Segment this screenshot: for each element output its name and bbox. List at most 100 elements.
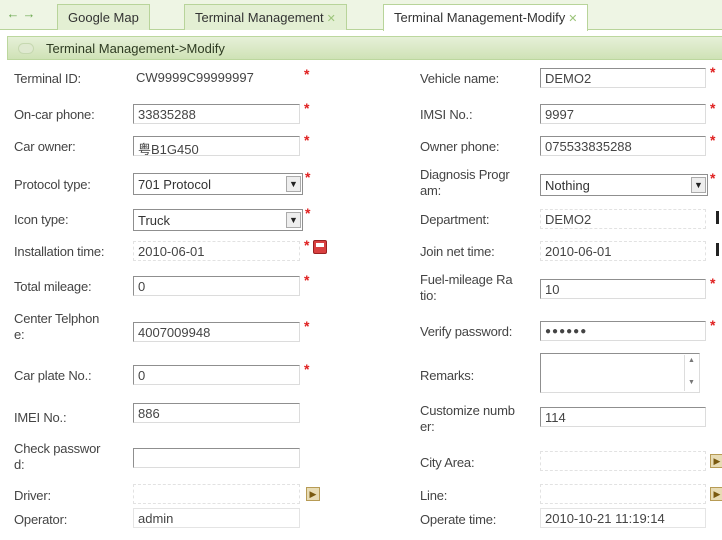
pick-driver-icon[interactable]: ▶ — [306, 487, 320, 501]
required-mark: * — [305, 205, 311, 221]
calendar-icon[interactable] — [313, 240, 327, 254]
fuel-mileage-ratio-field[interactable]: 10 — [540, 279, 706, 299]
city-area-label: City Area: — [420, 455, 475, 470]
panel-header: Terminal Management->Modify — [7, 36, 722, 60]
car-owner-label: Car owner: — [14, 139, 76, 154]
protocol-type-select[interactable]: 701 Protocol ▼ — [133, 173, 303, 195]
terminal-id-label: Terminal ID: — [14, 71, 81, 86]
imei-no-label: IMEI No.: — [14, 410, 67, 425]
installation-time-label: Installation time: — [14, 244, 105, 259]
installation-time-field[interactable]: 2010-06-01 — [133, 241, 300, 261]
car-owner-field[interactable]: 粤B1G450 — [133, 136, 300, 156]
protocol-type-value: 701 Protocol — [138, 177, 211, 192]
required-mark: * — [710, 275, 716, 291]
close-icon[interactable]: ✕ — [568, 13, 577, 25]
tab-terminal-management-modify[interactable]: Terminal Management-Modify ✕ — [383, 4, 589, 31]
tab-terminal-management[interactable]: Terminal Management ✕ — [184, 4, 347, 30]
imsi-no-label: IMSI No.: — [420, 107, 473, 122]
line-label: Line: — [420, 488, 448, 503]
on-car-phone-field[interactable]: 33835288 — [133, 104, 300, 124]
required-mark: * — [304, 132, 310, 148]
customize-number-label-2: er: — [420, 419, 435, 434]
check-password-label-1: Check passwor — [14, 441, 101, 456]
required-mark: * — [304, 66, 310, 82]
required-mark: * — [305, 169, 311, 185]
operator-label: Operator: — [14, 512, 68, 527]
department-picker-edge[interactable] — [716, 211, 719, 224]
back-arrow-icon[interactable]: ← — [6, 7, 20, 21]
panel-icon — [18, 43, 34, 54]
center-telphone-field[interactable]: 4007009948 — [133, 322, 300, 342]
center-telphone-label-2: e: — [14, 327, 25, 342]
customize-number-label-1: Customize numb — [420, 403, 515, 418]
required-mark: * — [710, 317, 716, 333]
required-mark: * — [304, 100, 310, 116]
car-plate-no-field[interactable]: 0 — [133, 365, 300, 385]
driver-field[interactable] — [133, 484, 300, 504]
department-field[interactable]: DEMO2 — [540, 209, 706, 229]
tab-label: Terminal Management — [195, 10, 324, 25]
diagnosis-program-label-2: am: — [420, 183, 442, 198]
tab-label: Google Map — [68, 10, 139, 25]
pick-city-area-icon[interactable]: ▶ — [710, 454, 722, 468]
icon-type-label: Icon type: — [14, 212, 69, 227]
join-net-time-field[interactable]: 2010-06-01 — [540, 241, 706, 261]
join-net-time-label: Join net time: — [420, 244, 495, 259]
required-mark: * — [710, 132, 716, 148]
imei-no-field[interactable]: 886 — [133, 403, 300, 423]
operate-time-label: Operate time: — [420, 512, 497, 527]
protocol-type-label: Protocol type: — [14, 177, 91, 192]
chevron-down-icon[interactable]: ▼ — [691, 177, 706, 193]
remarks-textarea[interactable]: ▲ ▼ — [540, 353, 700, 393]
icon-type-value: Truck — [138, 213, 171, 228]
fuel-mileage-ratio-label-2: tio: — [420, 288, 437, 303]
verify-password-field[interactable]: ●●●●●● — [540, 321, 706, 341]
pick-line-icon[interactable]: ▶ — [710, 487, 722, 501]
chevron-down-icon[interactable]: ▼ — [286, 212, 301, 228]
check-password-label-2: d: — [14, 457, 25, 472]
line-field[interactable] — [540, 484, 706, 504]
vehicle-name-label: Vehicle name: — [420, 71, 500, 86]
terminal-id-value: CW9999C99999997 — [136, 70, 254, 85]
driver-label: Driver: — [14, 488, 51, 503]
required-mark: * — [304, 361, 310, 377]
check-password-field[interactable] — [133, 448, 300, 468]
total-mileage-field[interactable]: 0 — [133, 276, 300, 296]
scroll-down-icon[interactable]: ▼ — [685, 377, 698, 389]
fuel-mileage-ratio-label-1: Fuel-mileage Ra — [420, 272, 513, 287]
diagnosis-program-value: Nothing — [545, 178, 590, 193]
tab-google-map[interactable]: Google Map — [57, 4, 150, 30]
center-telphone-label-1: Center Telphon — [14, 311, 100, 326]
scroll-up-icon[interactable]: ▲ — [685, 355, 698, 367]
icon-type-select[interactable]: Truck ▼ — [133, 209, 303, 231]
operate-time-field: 2010-10-21 11:19:14 — [540, 508, 706, 528]
total-mileage-label: Total mileage: — [14, 279, 92, 294]
close-icon[interactable]: ✕ — [327, 13, 336, 25]
required-mark: * — [304, 318, 310, 334]
customize-number-field[interactable]: 114 — [540, 407, 706, 427]
panel-title: Terminal Management->Modify — [46, 41, 225, 56]
car-plate-no-label: Car plate No.: — [14, 368, 92, 383]
required-mark: * — [710, 170, 716, 186]
imsi-no-field[interactable]: 9997 — [540, 104, 706, 124]
required-mark: * — [710, 100, 716, 116]
remarks-label: Remarks: — [420, 368, 475, 383]
required-mark: * — [304, 237, 310, 253]
join-net-time-picker-edge[interactable] — [716, 243, 719, 256]
chevron-down-icon[interactable]: ▼ — [286, 176, 301, 192]
owner-phone-label: Owner phone: — [420, 139, 500, 154]
verify-password-label: Verify password: — [420, 324, 513, 339]
remarks-scrollbar[interactable]: ▲ ▼ — [684, 355, 698, 391]
owner-phone-field[interactable]: 075533835288 — [540, 136, 706, 156]
operator-field: admin — [133, 508, 300, 528]
vehicle-name-field[interactable]: DEMO2 — [540, 68, 706, 88]
required-mark: * — [304, 272, 310, 288]
tab-bar: ← → Google Map Terminal Management ✕ Term… — [0, 0, 722, 31]
tab-label: Terminal Management-Modify — [394, 10, 566, 25]
diagnosis-program-select[interactable]: Nothing ▼ — [540, 174, 708, 196]
on-car-phone-label: On-car phone: — [14, 107, 95, 122]
city-area-field[interactable] — [540, 451, 706, 471]
forward-arrow-icon[interactable]: → — [22, 7, 36, 21]
department-label: Department: — [420, 212, 490, 227]
diagnosis-program-label-1: Diagnosis Progr — [420, 167, 510, 182]
